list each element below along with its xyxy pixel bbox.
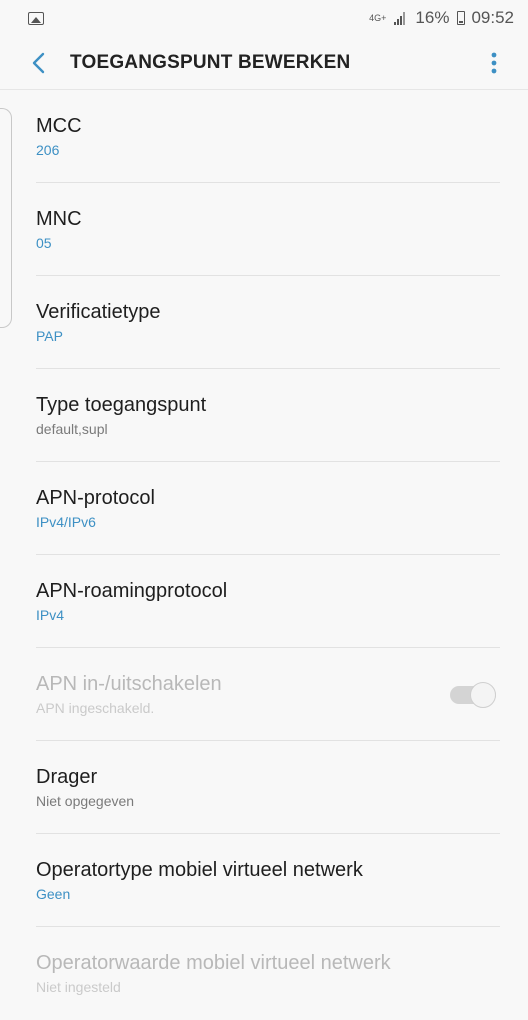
setting-value: APN ingeschakeld. [36, 700, 155, 716]
setting-type-toegangspunt[interactable]: Type toegangspunt default,supl [0, 369, 528, 462]
setting-mvno-value: Operatorwaarde mobiel virtueel netwerk N… [0, 927, 528, 1020]
setting-value: 206 [36, 142, 60, 158]
setting-value: IPv4 [36, 607, 65, 623]
setting-drager[interactable]: Drager Niet opgegeven [0, 741, 528, 834]
setting-value: default,supl [36, 421, 108, 437]
setting-apn-roamingprotocol[interactable]: APN-roamingprotocol IPv4 [0, 555, 528, 648]
network-type-label: 4G+ [369, 12, 387, 23]
status-bar-right: 4G+ 16% 09:52 [369, 8, 514, 28]
page-title: TOEGANGSPUNT BEWERKEN [70, 51, 351, 73]
setting-title: APN-protocol [36, 487, 155, 509]
more-vertical-icon[interactable] [474, 36, 514, 90]
setting-title: MNC [36, 208, 82, 230]
setting-title: MCC [36, 115, 82, 137]
gallery-icon [28, 11, 44, 25]
setting-value: IPv4/IPv6 [36, 514, 96, 530]
app-bar: TOEGANGSPUNT BEWERKEN [0, 36, 528, 90]
setting-mvno-type[interactable]: Operatortype mobiel virtueel netwerk Gee… [0, 834, 528, 927]
setting-value: Niet opgegeven [36, 793, 135, 809]
setting-verificatietype[interactable]: Verificatietype PAP [0, 276, 528, 369]
setting-title: Verificatietype [36, 301, 161, 323]
setting-value: Geen [36, 886, 71, 902]
setting-title: APN in-/uitschakelen [36, 673, 222, 695]
setting-title: APN-roamingprotocol [36, 580, 228, 602]
back-arrow-icon[interactable] [14, 36, 62, 90]
setting-title: Operatortype mobiel virtueel netwerk [36, 859, 363, 881]
setting-value: 05 [36, 235, 52, 251]
setting-title: Operatorwaarde mobiel virtueel netwerk [36, 952, 391, 974]
status-time: 09:52 [471, 8, 514, 27]
signal-icon [394, 11, 406, 25]
apn-enable-toggle [450, 681, 496, 708]
battery-percentage: 16% [415, 8, 450, 27]
toggle-thumb [470, 681, 496, 708]
setting-title: Type toegangspunt [36, 394, 207, 416]
setting-apn-enable: APN in-/uitschakelen APN ingeschakeld. [0, 648, 528, 741]
setting-apn-protocol[interactable]: APN-protocol IPv4/IPv6 [0, 462, 528, 555]
setting-value: Niet ingesteld [36, 979, 121, 995]
settings-list: MCC 206 MNC 05 Verificatietype PAP Type … [0, 90, 528, 1020]
setting-mcc[interactable]: MCC 206 [0, 90, 528, 183]
setting-mnc[interactable]: MNC 05 [0, 183, 528, 276]
setting-title: Drager [36, 766, 98, 788]
battery-icon [457, 11, 466, 25]
setting-value: PAP [36, 328, 63, 344]
status-bar: 4G+ 16% 09:52 [0, 0, 528, 36]
status-bar-left [28, 11, 44, 25]
